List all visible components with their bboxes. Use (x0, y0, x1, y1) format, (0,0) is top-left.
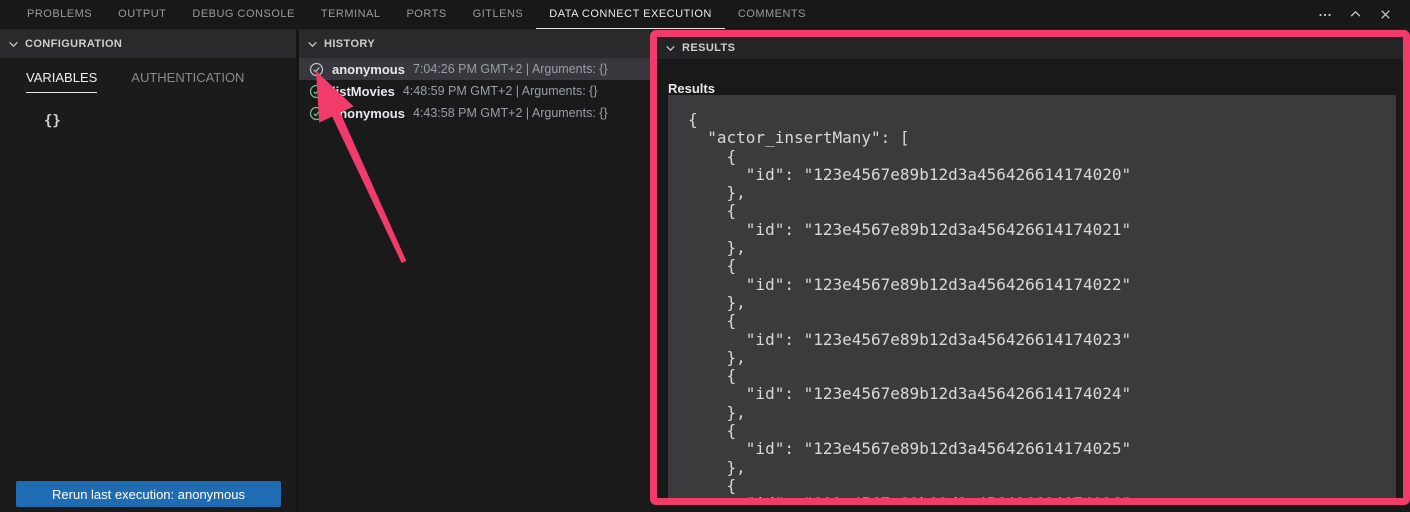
results-panel: RESULTS Results { "actor_insertMany": [ … (650, 30, 1410, 505)
chevron-up-icon[interactable] (1344, 4, 1366, 26)
chevron-down-icon (307, 39, 318, 50)
history-item-name: listMovies (332, 84, 395, 99)
results-json-output: { "actor_insertMany": [ { "id": "123e456… (668, 95, 1396, 498)
ellipsis-icon[interactable] (1314, 4, 1336, 26)
variables-editor[interactable]: {} (44, 113, 296, 129)
history-item-meta: 4:43:58 PM GMT+2 | Arguments: {} (413, 106, 608, 120)
tab-problems[interactable]: PROBLEMS (14, 0, 105, 29)
check-circle-icon (309, 106, 324, 121)
panel-tabs: PROBLEMS OUTPUT DEBUG CONSOLE TERMINAL P… (0, 0, 819, 29)
tab-authentication[interactable]: AUTHENTICATION (131, 70, 244, 93)
close-icon[interactable] (1374, 4, 1396, 26)
tab-ports[interactable]: PORTS (393, 0, 459, 29)
chevron-down-icon (665, 43, 676, 54)
check-circle-icon (309, 62, 324, 77)
history-item-meta: 4:48:59 PM GMT+2 | Arguments: {} (403, 84, 598, 98)
history-section-header[interactable]: HISTORY (299, 30, 650, 58)
results-label: Results (668, 81, 1410, 96)
results-title: RESULTS (682, 42, 735, 54)
panel-actions (1314, 0, 1410, 29)
check-circle-icon (309, 84, 324, 99)
history-title: HISTORY (324, 38, 375, 50)
configuration-title: CONFIGURATION (25, 38, 122, 50)
results-section-header[interactable]: RESULTS (657, 37, 1403, 59)
tab-data-connect-execution[interactable]: DATA CONNECT EXECUTION (536, 0, 725, 29)
history-panel: HISTORY anonymous 7:04:26 PM GMT+2 | Arg… (296, 30, 650, 512)
history-item-meta: 7:04:26 PM GMT+2 | Arguments: {} (413, 62, 608, 76)
configuration-panel: CONFIGURATION VARIABLES AUTHENTICATION {… (0, 30, 296, 512)
tab-output[interactable]: OUTPUT (105, 0, 179, 29)
results-code-viewer[interactable]: { "actor_insertMany": [ { "id": "123e456… (668, 95, 1396, 498)
tab-variables[interactable]: VARIABLES (26, 70, 97, 93)
history-item[interactable]: listMovies 4:48:59 PM GMT+2 | Arguments:… (299, 80, 650, 102)
panel-tab-bar: PROBLEMS OUTPUT DEBUG CONSOLE TERMINAL P… (0, 0, 1410, 30)
history-item[interactable]: anonymous 4:43:58 PM GMT+2 | Arguments: … (299, 102, 650, 124)
tab-debug-console[interactable]: DEBUG CONSOLE (179, 0, 307, 29)
chevron-down-icon (8, 39, 19, 50)
tab-comments[interactable]: COMMENTS (725, 0, 819, 29)
tab-terminal[interactable]: TERMINAL (308, 0, 394, 29)
history-item-name: anonymous (332, 62, 405, 77)
history-item[interactable]: anonymous 7:04:26 PM GMT+2 | Arguments: … (299, 58, 650, 80)
configuration-tabs: VARIABLES AUTHENTICATION (0, 58, 296, 93)
configuration-section-header[interactable]: CONFIGURATION (0, 30, 296, 58)
tab-gitlens[interactable]: GITLENS (460, 0, 537, 29)
history-item-name: anonymous (332, 106, 405, 121)
rerun-last-execution-button[interactable]: Rerun last execution: anonymous (16, 481, 281, 507)
